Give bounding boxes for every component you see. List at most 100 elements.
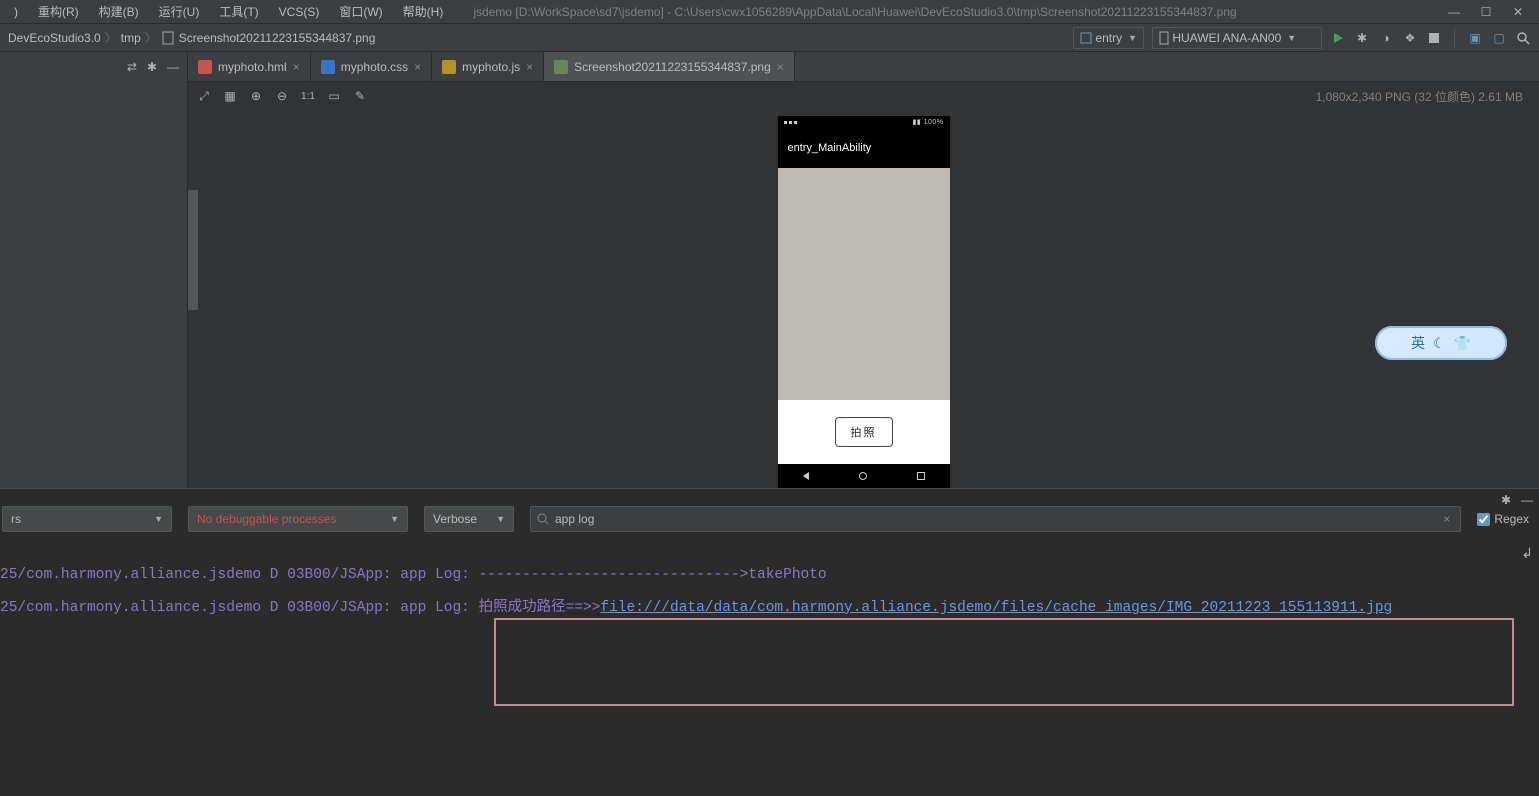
crumb-file[interactable]	[161, 31, 175, 45]
open-folder-button[interactable]: ▣	[1467, 30, 1483, 46]
menu-leading-paren: )	[4, 5, 28, 19]
run-button[interactable]	[1330, 30, 1346, 46]
ime-moon-icon: ☾	[1433, 335, 1446, 352]
editor-tabs: myphoto.hml × myphoto.css × myphoto.js ×…	[188, 52, 1539, 82]
log-prefix: 25/com.harmony.alliance.jsdemo D 03B00/J…	[0, 600, 600, 616]
file-icon	[161, 31, 175, 45]
breadcrumb: DevEcoStudio3.0 〉 tmp 〉 Screenshot202112…	[8, 29, 1073, 46]
crumb-sep-icon: 〉	[105, 29, 117, 46]
log-prefix: 25/com.harmony.alliance.jsdemo D 03B00/J…	[0, 567, 479, 583]
fit-to-screen-icon[interactable]: ⤢	[196, 88, 212, 104]
nav-back-icon	[803, 472, 809, 480]
menu-bar: ) 重构(R) 构建(B) 运行(U) 工具(T) VCS(S) 窗口(W) 帮…	[0, 0, 1539, 24]
screenshot-preview: ▮▮ 100% entry_MainAbility 拍照	[778, 116, 950, 488]
minimize-button[interactable]: —	[1447, 5, 1461, 19]
tab-screenshot-png[interactable]: Screenshot20211223155344837.png ×	[544, 52, 795, 81]
coverage-button[interactable]: ◑	[1378, 30, 1394, 46]
process-filter-label: No debuggable processes	[197, 512, 336, 526]
log-search-input[interactable]	[555, 512, 1439, 526]
phone-bottom-bar: 拍照	[778, 400, 950, 464]
search-everywhere-button[interactable]	[1515, 30, 1531, 46]
tab-label: Screenshot20211223155344837.png	[574, 60, 771, 74]
close-icon[interactable]: ×	[777, 60, 784, 74]
close-icon[interactable]: ×	[526, 60, 533, 74]
ime-floating-widget[interactable]: 英 ☾ 👕	[1375, 326, 1507, 360]
hml-file-icon	[198, 60, 212, 74]
close-icon[interactable]: ×	[414, 60, 421, 74]
log-panel-settings: ✱ —	[1501, 493, 1533, 507]
js-file-icon	[442, 60, 456, 74]
window-title: jsdemo [D:\WorkSpace\sd7\jsdemo] - C:\Us…	[453, 5, 1447, 19]
module-icon	[1080, 32, 1092, 44]
grid-icon[interactable]: ▦	[222, 88, 238, 104]
sidebar-collapse-icon[interactable]: —	[167, 60, 179, 74]
log-line: 25/com.harmony.alliance.jsdemo D 03B00/J…	[0, 595, 1529, 616]
tab-myphoto-hml[interactable]: myphoto.hml ×	[188, 52, 311, 81]
menu-window[interactable]: 窗口(W)	[329, 3, 392, 20]
nav-home-icon	[859, 472, 867, 480]
crumb-sep-icon: 〉	[145, 29, 157, 46]
toolbar-divider	[1454, 29, 1455, 47]
soft-wrap-icon[interactable]: ↲	[1521, 545, 1533, 562]
regex-label: Regex	[1494, 512, 1529, 526]
actual-size-icon[interactable]: 1:1	[300, 88, 316, 104]
device-filter-combo[interactable]: rs ▼	[2, 506, 172, 532]
close-window-button[interactable]: ✕	[1511, 5, 1525, 19]
chevron-down-icon: ▼	[390, 514, 399, 524]
log-level-combo[interactable]: Verbose ▼	[424, 506, 514, 532]
image-info-label: 1,080x2,340 PNG (32 位颜色) 2.61 MB	[1316, 88, 1531, 105]
sidebar-toolbar: ⇄ ✱ —	[0, 52, 187, 82]
sidebar-settings-icon[interactable]: ✱	[147, 60, 157, 74]
log-level-label: Verbose	[433, 512, 477, 526]
nav-recent-icon	[917, 472, 925, 480]
search-icon	[537, 513, 549, 525]
shutter-button: 拍照	[841, 417, 887, 447]
menu-run[interactable]: 运行(U)	[149, 3, 210, 20]
clear-search-icon[interactable]: ×	[1439, 512, 1454, 526]
phone-ability-title: entry_MainAbility	[778, 128, 950, 168]
stop-button[interactable]	[1426, 30, 1442, 46]
close-icon[interactable]: ×	[293, 60, 300, 74]
regex-toggle[interactable]: Regex	[1477, 512, 1529, 526]
open-folder2-button[interactable]: ▢	[1491, 30, 1507, 46]
menu-help[interactable]: 帮助(H)	[393, 3, 454, 20]
zoom-out-icon[interactable]: ⊖	[274, 88, 290, 104]
menu-tools[interactable]: 工具(T)	[209, 3, 268, 20]
crumb-file-label[interactable]: Screenshot20211223155344837.png	[179, 31, 376, 45]
device-filter-label: rs	[11, 512, 21, 526]
regex-checkbox[interactable]	[1477, 513, 1490, 526]
css-file-icon	[321, 60, 335, 74]
crumb-folder[interactable]: tmp	[121, 31, 141, 45]
log-hide-icon[interactable]: —	[1521, 493, 1533, 507]
color-picker-icon[interactable]: ✎	[352, 88, 368, 104]
sidebar-select-opened-icon[interactable]: ⇄	[127, 60, 137, 74]
navigation-bar: DevEcoStudio3.0 〉 tmp 〉 Screenshot202112…	[0, 24, 1539, 52]
debug-button[interactable]: ✱	[1354, 30, 1370, 46]
log-file-link[interactable]: file:///data/data/com.harmony.alliance.j…	[600, 600, 1392, 616]
zoom-in-icon[interactable]: ⊕	[248, 88, 264, 104]
device-combo[interactable]: HUAWEI ANA-AN00 ▼	[1152, 27, 1322, 49]
log-settings-icon[interactable]: ✱	[1501, 493, 1511, 507]
tab-myphoto-js[interactable]: myphoto.js ×	[432, 52, 544, 81]
menu-refactor[interactable]: 重构(R)	[28, 3, 89, 20]
menu-build[interactable]: 构建(B)	[89, 3, 149, 20]
maximize-button[interactable]: ☐	[1479, 5, 1493, 19]
log-panel: ✱ — rs ▼ No debuggable processes ▼ Verbo…	[0, 488, 1539, 796]
background-icon[interactable]: ▭	[326, 88, 342, 104]
chevron-down-icon: ▼	[496, 514, 505, 524]
window-controls: — ☐ ✕	[1447, 5, 1535, 19]
tab-label: myphoto.js	[462, 60, 520, 74]
crumb-project[interactable]: DevEcoStudio3.0	[8, 31, 101, 45]
png-file-icon	[554, 60, 568, 74]
process-filter-combo[interactable]: No debuggable processes ▼	[188, 506, 408, 532]
menu-vcs[interactable]: VCS(S)	[269, 5, 330, 19]
tab-myphoto-css[interactable]: myphoto.css ×	[311, 52, 432, 81]
log-filter-bar: rs ▼ No debuggable processes ▼ Verbose ▼…	[0, 489, 1539, 537]
profiler-button[interactable]: ❖	[1402, 30, 1418, 46]
chevron-down-icon: ▼	[1128, 33, 1137, 43]
log-search-field[interactable]: ×	[530, 506, 1461, 532]
run-config-combo[interactable]: entry ▼	[1073, 27, 1144, 49]
run-toolbar: entry ▼ HUAWEI ANA-AN00 ▼ ✱ ◑ ❖ ▣ ▢	[1073, 27, 1531, 49]
phone-nav-bar	[778, 464, 950, 488]
log-output[interactable]: 25/com.harmony.alliance.jsdemo D 03B00/J…	[0, 537, 1539, 796]
